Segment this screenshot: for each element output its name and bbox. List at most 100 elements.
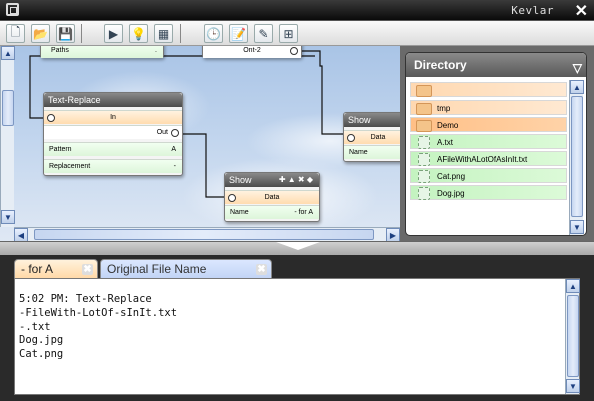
log-output[interactable]: 5:02 PM: Text-Replace -FileWith-LotOf-sI… [14, 278, 580, 395]
directory-item[interactable]: AFileWithALotOfAsInIt.txt [410, 151, 567, 166]
scroll-down-icon[interactable]: ▼ [566, 379, 580, 393]
file-icon [418, 170, 430, 183]
name-label: Name [230, 209, 249, 216]
bulb-icon: 💡 [131, 26, 146, 41]
clock-icon: 🕒 [206, 26, 221, 41]
tab-label: Original File Name [107, 262, 207, 276]
save-button[interactable]: 💾 [56, 24, 75, 43]
data-label: Data [370, 134, 386, 141]
panel-splitter[interactable] [0, 241, 594, 255]
show-node-2[interactable]: Show Data Name [343, 112, 400, 162]
directory-item-label: Cat.png [437, 172, 466, 181]
grid-button[interactable]: ▦ [154, 24, 173, 43]
paths-value: . [155, 47, 157, 54]
paths-node[interactable]: Paths . [40, 46, 164, 58]
log-vertical-scrollbar[interactable]: ▲ ▼ [565, 279, 580, 394]
data-input-row: Data [225, 190, 319, 204]
directory-item[interactable]: Cat.png [410, 168, 567, 183]
folder-icon [416, 120, 432, 132]
tab-original-file-name[interactable]: Original File Name ✖ [100, 259, 272, 278]
data-input-row: Data [344, 130, 400, 144]
scroll-down-icon[interactable]: ▼ [570, 220, 584, 234]
pattern-value[interactable]: A [171, 143, 176, 157]
directory-panel: Directory ▽ tmp Demo A.txt AFileWithALot… [405, 52, 587, 236]
scroll-thumb[interactable] [567, 295, 579, 377]
directory-item-label: A.txt [437, 138, 454, 147]
tree-icon: ⊞ [283, 26, 294, 41]
window-title: Kevlar [511, 4, 554, 17]
directory-header: Directory ▽ [406, 53, 586, 80]
scroll-right-icon[interactable]: ▶ [386, 228, 400, 241]
dropdown-triangle-icon[interactable]: ▽ [573, 56, 582, 80]
directory-item[interactable] [410, 82, 567, 97]
open-button[interactable]: 📂 [31, 24, 50, 43]
node-controls-icon[interactable]: ✚ ▲ ✖ ◆ [279, 173, 313, 187]
output-port-icon[interactable] [171, 129, 179, 137]
scroll-up-icon[interactable]: ▲ [566, 279, 580, 293]
node-title[interactable]: Show [344, 113, 400, 127]
ont2-node[interactable]: Ont-2 [202, 46, 302, 58]
graph-canvas[interactable]: Paths . Ont-2 Text-Replace In Out Patter… [0, 46, 400, 241]
scroll-thumb[interactable] [34, 229, 374, 240]
play-icon: ▶ [108, 26, 119, 41]
replacement-row[interactable]: Replacement - [44, 159, 182, 173]
canvas-horizontal-scrollbar[interactable]: ◀ ▶ [14, 227, 400, 241]
toolbar-separator [81, 24, 82, 43]
directory-item[interactable]: tmp [410, 100, 567, 115]
hint-button[interactable]: 💡 [129, 24, 148, 43]
tree-button[interactable]: ⊞ [279, 24, 298, 43]
log-text: 5:02 PM: Text-Replace -FileWith-LotOf-sI… [19, 293, 178, 361]
directory-item[interactable]: Dog.jpg [410, 185, 567, 200]
note-button[interactable]: 📝 [229, 24, 248, 43]
run-button[interactable]: ▶ [104, 24, 123, 43]
close-tab-icon[interactable]: ✖ [82, 264, 93, 275]
scroll-up-icon[interactable]: ▲ [1, 46, 15, 60]
scroll-up-icon[interactable]: ▲ [570, 80, 584, 94]
replacement-label: Replacement [49, 163, 91, 170]
ont2-row: Ont-2 [203, 46, 301, 58]
paths-row: Paths . [41, 46, 163, 58]
text-replace-node[interactable]: Text-Replace In Out Pattern A Replacemen… [43, 92, 183, 176]
directory-item[interactable]: A.txt [410, 134, 567, 149]
output-port-icon[interactable] [290, 47, 298, 55]
directory-item-label: Dog.jpg [437, 189, 465, 198]
splitter-arrow-icon[interactable] [276, 242, 320, 250]
scroll-thumb[interactable] [2, 90, 14, 126]
scroll-left-icon[interactable]: ◀ [14, 228, 28, 241]
paths-label: Paths [51, 47, 69, 54]
name-row[interactable]: Name [344, 145, 400, 159]
wire-out-to-show [178, 133, 230, 198]
new-document-icon: 🗋 [10, 25, 21, 39]
replacement-value[interactable]: - [174, 160, 176, 174]
scroll-thumb[interactable] [571, 96, 583, 217]
open-folder-icon: 📂 [33, 26, 48, 41]
close-window-icon[interactable]: ✕ [575, 1, 588, 21]
output-label: Out [156, 129, 168, 136]
tab-label: - for A [21, 262, 54, 276]
directory-item-selected[interactable]: Demo [410, 117, 567, 132]
input-label: In [110, 114, 116, 121]
canvas-vertical-scrollbar[interactable]: ▲ ▼ [0, 46, 15, 227]
close-tab-icon[interactable]: ✖ [256, 264, 267, 275]
toolbar-separator [180, 24, 181, 43]
node-title[interactable]: Show ✚ ▲ ✖ ◆ [225, 173, 319, 187]
save-disk-icon: 💾 [58, 26, 73, 41]
name-value[interactable]: - for A [294, 206, 313, 220]
show-title: Show [229, 175, 252, 185]
name-row[interactable]: Name - for A [225, 205, 319, 219]
ont2-label: Ont-2 [243, 47, 261, 54]
node-title[interactable]: Text-Replace [44, 93, 182, 107]
toolbar: 🗋 📂 💾 ▶ 💡 ▦ 🕒 📝 ✎ ⊞ [0, 21, 594, 46]
directory-item-label: Demo [437, 121, 459, 130]
tab-for-a[interactable]: - for A ✖ [14, 259, 98, 278]
scroll-down-icon[interactable]: ▼ [1, 210, 15, 224]
app-logo-icon [6, 3, 19, 16]
pattern-row[interactable]: Pattern A [44, 142, 182, 156]
show-node[interactable]: Show ✚ ▲ ✖ ◆ Data Name - for A [224, 172, 320, 222]
edit-button[interactable]: ✎ [254, 24, 273, 43]
schedule-button[interactable]: 🕒 [204, 24, 223, 43]
new-document-button[interactable]: 🗋 [6, 24, 25, 43]
note-icon: 📝 [231, 26, 246, 41]
directory-vertical-scrollbar[interactable]: ▲ ▼ [569, 80, 584, 235]
directory-item-label: tmp [437, 104, 451, 113]
